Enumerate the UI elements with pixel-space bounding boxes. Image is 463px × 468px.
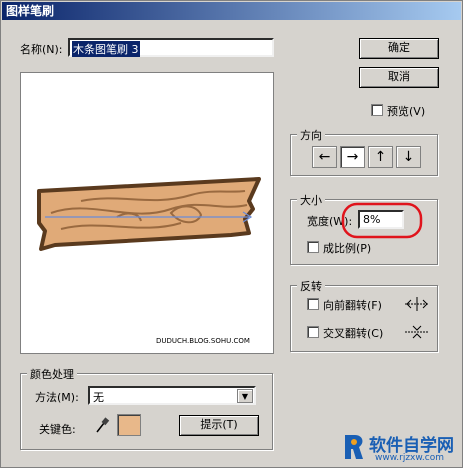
wood-plank-preview: DUDUCH.BLOG.SOHU.COM: [37, 177, 261, 345]
flip-along-label: 向前翻转(F): [323, 299, 382, 312]
brush-preview: DUDUCH.BLOG.SOHU.COM: [20, 72, 274, 354]
proportional-label: 成比例(P): [323, 242, 372, 255]
chevron-down-icon[interactable]: ▼: [237, 389, 253, 403]
name-input[interactable]: 木条图笔刷 3: [68, 38, 274, 57]
arrow-down-icon: ↓: [402, 149, 415, 165]
proportional-checkbox[interactable]: [307, 241, 319, 253]
flip-group: 反转 向前翻转(F) 交叉翻转(C): [290, 278, 438, 352]
hint-button[interactable]: 提示(T): [179, 415, 259, 436]
flip-across-checkbox[interactable]: [307, 326, 319, 338]
arrow-up-icon: ↑: [374, 149, 387, 165]
direction-down-button[interactable]: ↓: [396, 146, 421, 168]
size-title: 大小: [297, 192, 325, 208]
window-title: 图样笔刷: [2, 2, 461, 20]
direction-title: 方向: [297, 127, 325, 143]
cancel-button[interactable]: 取消: [359, 67, 439, 88]
preview-checkbox[interactable]: [371, 104, 383, 116]
method-select-value: 无: [93, 391, 104, 404]
flip-across-icon: [405, 325, 429, 339]
arrow-right-icon: →: [346, 149, 359, 165]
flip-across-label: 交叉翻转(C): [323, 327, 384, 340]
site-watermark: 软件自学网 www.rjzxw.com: [341, 429, 461, 467]
direction-up-button[interactable]: ↑: [368, 146, 393, 168]
direction-right-button[interactable]: →: [340, 146, 365, 168]
color-group: 颜色处理 方法(M): 无 ▼ 关键色: 提示(T): [20, 366, 273, 450]
color-title: 颜色处理: [27, 366, 77, 382]
flip-along-icon: [405, 297, 429, 311]
name-input-value: 木条图笔刷 3: [72, 41, 140, 57]
arrow-left-icon: ←: [318, 149, 331, 165]
highlight-circle: [341, 202, 423, 239]
preview-caption: DUDUCH.BLOG.SOHU.COM: [156, 337, 250, 345]
name-label: 名称(N):: [20, 43, 63, 56]
direction-left-button[interactable]: ←: [312, 146, 337, 168]
eyedropper-icon[interactable]: [94, 416, 110, 434]
flip-title: 反转: [297, 278, 325, 294]
preview-label: 预览(V): [387, 105, 426, 118]
method-label: 方法(M):: [35, 391, 79, 404]
key-color-swatch[interactable]: [117, 414, 141, 436]
flip-along-checkbox[interactable]: [307, 298, 319, 310]
pattern-brush-dialog: 图样笔刷 名称(N): 木条图笔刷 3 确定 取消 预览(V) DUDUCH.B…: [0, 0, 463, 468]
watermark-logo-icon: [345, 435, 363, 459]
direction-group: 方向 ← → ↑ ↓: [290, 127, 438, 176]
watermark-url: www.rjzxw.com: [375, 453, 444, 463]
method-select[interactable]: 无 ▼: [88, 386, 256, 405]
key-color-label: 关键色:: [39, 423, 76, 436]
ok-button[interactable]: 确定: [359, 38, 439, 59]
